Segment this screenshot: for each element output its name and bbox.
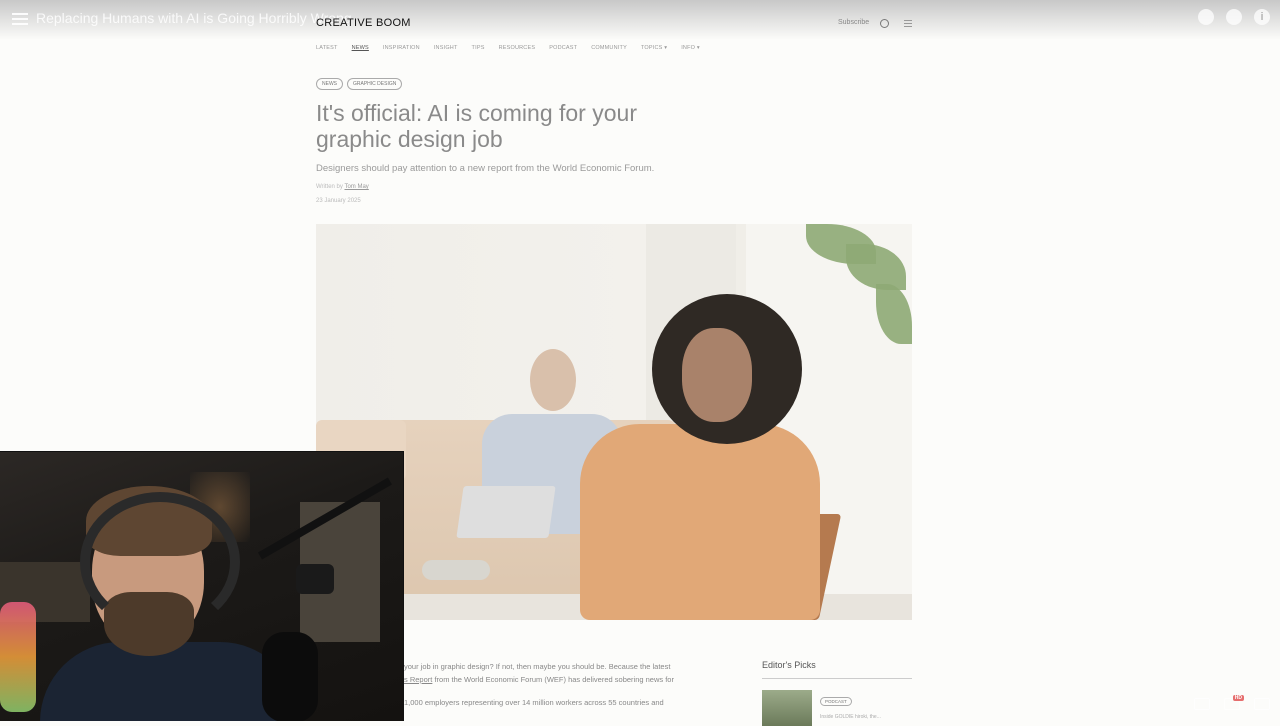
nav-item-podcast[interactable]: Podcast [549,45,577,51]
nav-item-tips[interactable]: Tips [472,45,485,51]
editors-picks-title: Editor's Picks [762,660,912,679]
video-title[interactable]: Replacing Humans with AI is Going Horrib… [36,10,352,26]
player-top-icons: i [1198,9,1270,25]
settings-icon[interactable]: HD [1224,695,1244,710]
player-controls: HD [1194,695,1270,710]
info-icon[interactable]: i [1254,9,1270,25]
hero-person-right [580,424,820,620]
subscribe-link[interactable]: Subscribe [838,19,869,26]
report-link[interactable]: s Report [404,675,432,684]
nav-item-insight[interactable]: Insight [434,45,458,51]
editors-pick-item[interactable]: Podcast Inside GOLDIE hiroki, the... [762,690,881,726]
hero-plant [786,224,912,344]
player-top-bar: Replacing Humans with AI is Going Horrib… [0,0,1280,40]
nav-item-community[interactable]: Community [591,45,627,51]
nav-item-resources[interactable]: Resources [499,45,536,51]
mic-mount [296,564,334,594]
body-line-1: your job in graphic design? If not, then… [404,662,671,671]
site-nav: Latest News Inspiration Insight Tips Res… [316,45,700,51]
menu-icon[interactable] [12,11,28,25]
tag-news[interactable]: News [316,78,343,90]
pick-thumbnail[interactable] [762,690,812,726]
site-logo[interactable]: CREATIVE BOOM [316,17,411,29]
body-line-3: 1,000 employers representing over 14 mil… [404,698,664,707]
webcam-overlay [0,451,404,721]
author-link[interactable]: Tom May [344,184,368,190]
nav-item-inspiration[interactable]: Inspiration [383,45,420,51]
nav-item-topics[interactable]: Topics ▾ [641,45,667,51]
hero-laptop [456,486,556,538]
exit-fullscreen-icon[interactable] [1254,698,1270,710]
nav-item-latest[interactable]: Latest [316,45,338,51]
search-icon[interactable] [880,19,889,28]
article-date: 23 January 2025 [316,198,361,204]
pick-title[interactable]: Inside GOLDIE hiroki, the... [820,714,881,720]
written-by-label: Written by [316,184,343,190]
subtitles-icon[interactable] [1194,698,1210,710]
article-body: your job in graphic design? If not, then… [404,660,690,709]
hero-image [316,224,912,620]
tag-graphic-design[interactable]: Graphic Design [347,78,403,90]
nav-item-news[interactable]: News [352,45,369,51]
article-headline: It's official: AI is coming for your gra… [316,100,637,152]
webcam-plush-toy [0,602,36,712]
article-tags: News Graphic Design [316,78,403,90]
headset [80,492,240,632]
watch-later-icon[interactable] [1198,9,1214,25]
hd-badge: HD [1232,695,1244,701]
article-byline: Written by Tom May [316,184,369,190]
hamburger-icon[interactable] [904,20,912,29]
body-line-2: s Report from the World Economic Forum (… [404,675,674,684]
editors-picks: Editor's Picks Podcast Inside GOLDIE hir… [762,660,912,726]
hero-person-left-head [530,349,576,411]
share-icon[interactable] [1226,9,1242,25]
hero-person-right-face [682,328,752,422]
nav-item-info[interactable]: Info ▾ [681,45,700,51]
microphone [262,632,318,721]
streamer-body [40,642,300,721]
article-subhead: Designers should pay attention to a new … [316,163,655,174]
pick-tag[interactable]: Podcast [820,697,852,706]
hero-shoe [422,560,490,580]
